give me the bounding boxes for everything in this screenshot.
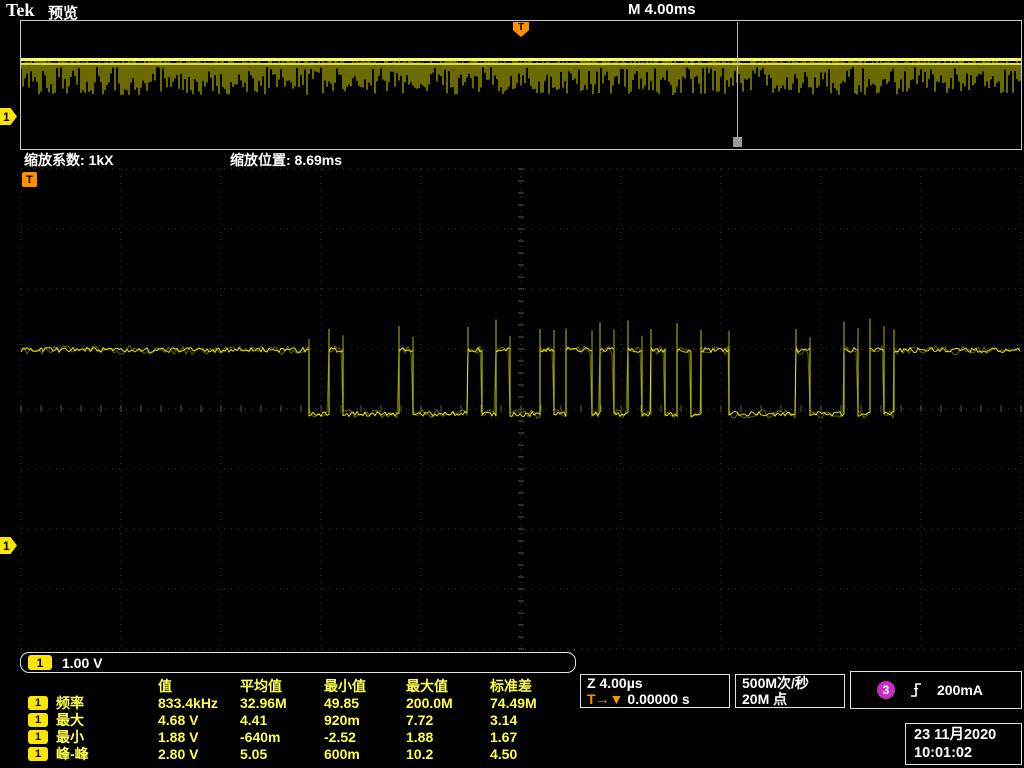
trigger-indicator-letter: T — [26, 173, 33, 186]
measurement-stddev: 1.67 — [490, 729, 518, 745]
tek-logo: Tek — [6, 0, 35, 20]
date-readout: 23 11月2020 — [914, 727, 997, 743]
main-timebase-readout: M 4.00ms — [628, 1, 696, 18]
col-header-mean: 平均值 — [240, 678, 282, 694]
channel1-badge: 1 — [28, 713, 48, 727]
col-header-max: 最大值 — [406, 678, 448, 694]
zoom-window-handle[interactable] — [733, 137, 742, 147]
zoom-factor-label: 缩放系数: 1kX — [24, 152, 114, 168]
measurement-row-frequency: 1 频率 833.4kHz 32.96M 49.85 200.0M 74.49M — [20, 693, 576, 711]
measurement-stddev: 4.50 — [490, 746, 518, 762]
channel1-badge: 1 — [28, 747, 48, 761]
overview-waveform — [21, 58, 1021, 95]
measurement-max: 200.0M — [406, 695, 453, 711]
trigger-status-box[interactable]: 3 200mA — [850, 671, 1022, 709]
channel1-ground-marker[interactable]: 1 — [0, 537, 17, 554]
measurement-table: 值 平均值 最小值 最大值 标准差 1 频率 833.4kHz 32.96M 49… — [20, 676, 576, 762]
measurement-value: 2.80 V — [158, 746, 199, 762]
time-readout: 10:01:02 — [914, 745, 973, 761]
measurement-mean: 32.96M — [240, 695, 287, 711]
measurement-min: 49.85 — [324, 695, 360, 711]
measurement-max: 7.72 — [406, 712, 434, 728]
measurement-max: 1.88 — [406, 729, 434, 745]
measurement-value: 833.4kHz — [158, 695, 218, 711]
measurement-header-row: 值 平均值 最小值 最大值 标准差 — [20, 676, 576, 694]
measurement-stddev: 3.14 — [490, 712, 518, 728]
channel3-badge: 3 — [877, 681, 895, 699]
zoom-window-cursor[interactable] — [737, 22, 738, 139]
channel-scale-bar[interactable]: 1 1.00 V — [20, 652, 576, 673]
trigger-position-readout: 0.00000 s — [627, 690, 690, 707]
channel1-marker-overview[interactable]: 1 — [0, 108, 17, 125]
measurement-row-min: 1 最小 1.88 V -640m -2.52 1.88 1.67 — [20, 727, 576, 745]
trigger-position-letter: T — [517, 22, 525, 33]
datetime-box: 23 11月2020 10:01:02 — [905, 723, 1022, 765]
col-header-value: 值 — [158, 678, 172, 694]
channel1-badge: 1 — [28, 655, 52, 670]
measurement-row-max: 1 最大 4.68 V 4.41 920m 7.72 3.14 — [20, 710, 576, 728]
measurement-row-pkpk: 1 峰-峰 2.80 V 5.05 600m 10.2 4.50 — [20, 744, 576, 762]
measurement-value: 1.88 V — [158, 729, 199, 745]
channel1-scale-readout: 1.00 V — [62, 654, 103, 671]
trigger-level-readout: 200mA — [937, 682, 983, 698]
measurement-mean: -640m — [240, 729, 281, 745]
measurement-mean: 5.05 — [240, 746, 268, 762]
channel1-badge: 1 — [28, 696, 48, 710]
channel1-badge: 1 — [28, 730, 48, 744]
zoom-overview-window: T — [20, 20, 1022, 150]
measurement-mean: 4.41 — [240, 712, 268, 728]
col-header-min: 最小值 — [324, 678, 366, 694]
measurement-value: 4.68 V — [158, 712, 199, 728]
trigger-arrow-icon: T→▼ — [587, 690, 624, 707]
oscilloscope-screen: Tek 预览 M 4.00ms T 1 缩放系数: 1kX 缩放位置: 8.69… — [0, 0, 1024, 768]
measurement-min: 600m — [324, 746, 360, 762]
acquisition-info-box[interactable]: 500M次/秒 20M 点 — [735, 674, 845, 708]
zoom-timebase-box[interactable]: Z 4.00µs T→▼ 0.00000 s — [580, 674, 730, 708]
rising-edge-icon — [911, 683, 921, 697]
measurement-name: 峰-峰 — [56, 746, 89, 762]
col-header-stddev: 标准差 — [490, 678, 532, 694]
zoom-position-label: 缩放位置: 8.69ms — [230, 152, 343, 168]
channel1-ground-marker-label: 1 — [3, 538, 10, 553]
measurement-min: -2.52 — [324, 729, 356, 745]
sample-rate-readout: 500M次/秒 — [742, 675, 809, 691]
trigger-indicator-flag[interactable]: T — [22, 172, 37, 187]
zoom-timebase-readout: Z 4.00µs — [587, 675, 643, 691]
measurement-max: 10.2 — [406, 746, 434, 762]
measurement-stddev: 74.49M — [490, 695, 537, 711]
record-length-readout: 20M 点 — [742, 690, 788, 707]
main-graticule — [20, 168, 1022, 650]
channel1-marker-overview-label: 1 — [3, 109, 10, 124]
measurement-min: 920m — [324, 712, 360, 728]
